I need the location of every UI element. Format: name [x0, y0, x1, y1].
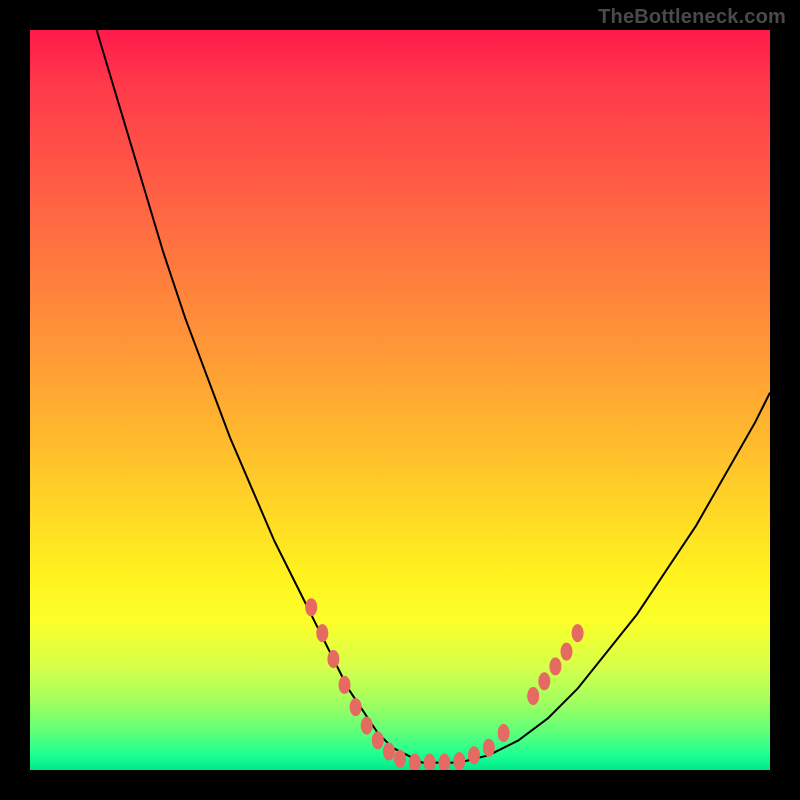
curve-marker — [538, 672, 550, 690]
curve-marker — [483, 739, 495, 757]
chart-frame: TheBottleneck.com — [0, 0, 800, 800]
curve-marker — [350, 698, 362, 716]
curve-marker — [305, 598, 317, 616]
curve-marker — [498, 724, 510, 742]
curve-marker — [316, 624, 328, 642]
curve-marker — [424, 754, 436, 770]
curve-marker — [527, 687, 539, 705]
curve-marker — [468, 746, 480, 764]
brand-watermark: TheBottleneck.com — [598, 6, 786, 29]
curve-marker — [383, 743, 395, 761]
curve-marker — [453, 752, 465, 770]
curve-marker — [394, 750, 406, 768]
curve-marker — [561, 643, 573, 661]
bottleneck-curve — [97, 30, 770, 763]
curve-marker — [361, 717, 373, 735]
curve-marker — [438, 754, 450, 770]
curve-marker — [572, 624, 584, 642]
plot-area — [30, 30, 770, 770]
curve-marker — [327, 650, 339, 668]
bottleneck-curve-svg — [30, 30, 770, 770]
curve-marker — [372, 731, 384, 749]
curve-marker — [549, 657, 561, 675]
highlight-markers — [305, 598, 583, 770]
curve-marker — [339, 676, 351, 694]
